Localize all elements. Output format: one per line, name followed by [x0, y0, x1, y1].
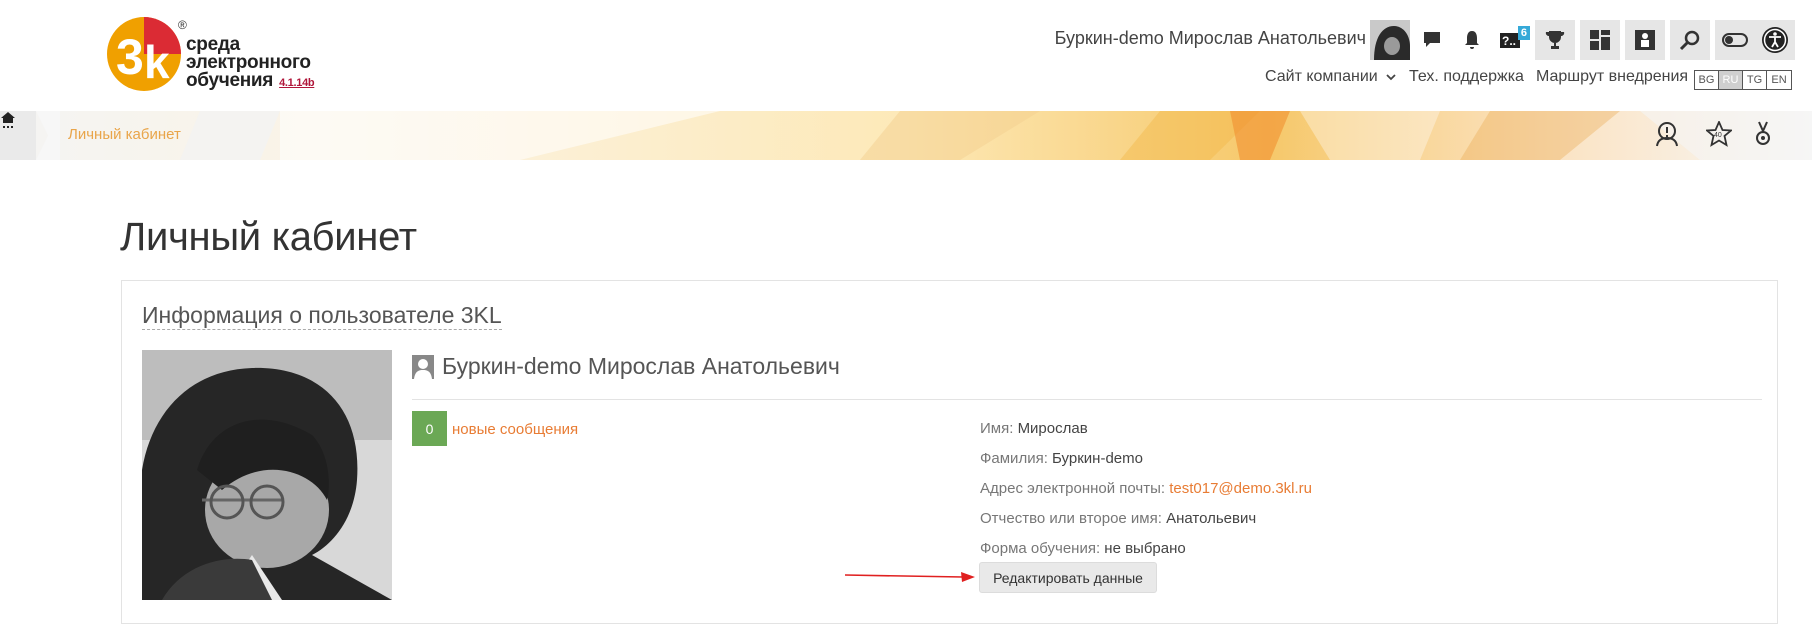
svg-text:3: 3: [116, 29, 144, 85]
field-study-form: Форма обучения: не выбрано: [980, 540, 1186, 557]
user-photo: [142, 350, 392, 600]
svg-text:k: k: [144, 36, 170, 88]
field-value: Буркин-demo: [1052, 450, 1143, 467]
top-header: 3 k ® среда электронного обучения 4.1.14b…: [0, 0, 1812, 111]
annotation-arrow: [845, 572, 975, 582]
breadcrumb-bar: Личный кабинет 40: [0, 111, 1812, 160]
logo-mark: 3 k: [107, 17, 181, 91]
messages-button[interactable]: [1412, 20, 1452, 60]
user-card-icon: [412, 355, 434, 379]
quiz-count-badge: 6: [1517, 26, 1530, 40]
field-label: Форма обучения:: [980, 540, 1101, 557]
header-user-name[interactable]: Буркин-demo Мирослав Анатольевич: [1055, 28, 1366, 49]
field-first-name: Имя: Мирослав: [980, 420, 1088, 437]
logo-version[interactable]: 4.1.14b: [279, 77, 315, 89]
star-badge-text: 40: [1714, 132, 1722, 139]
avatar-image: [1370, 20, 1410, 60]
new-messages-link[interactable]: новые сообщения: [452, 421, 578, 438]
lang-bg[interactable]: BG: [1695, 71, 1719, 89]
lang-tg[interactable]: TG: [1743, 71, 1767, 89]
logo-line-3-text: обучения: [186, 70, 274, 91]
field-label: Имя:: [980, 420, 1014, 437]
presentation-icon: [1635, 30, 1655, 50]
lang-en[interactable]: EN: [1767, 71, 1791, 89]
field-email: Адрес электронной почты: test017@demo.3k…: [980, 480, 1312, 497]
notifications-button[interactable]: [1452, 20, 1492, 60]
star-badge-icon: 40: [1706, 121, 1732, 147]
chat-icon: [1424, 32, 1440, 47]
field-label: Адрес электронной почты:: [980, 480, 1166, 497]
dashboard-icon: [1590, 30, 1610, 50]
header-avatar[interactable]: [1370, 20, 1410, 60]
nav-support[interactable]: Тех. поддержка: [1409, 68, 1524, 86]
lang-ru[interactable]: RU: [1719, 71, 1743, 89]
home-icon: [1, 112, 15, 128]
nav-company-site[interactable]: Сайт компании: [1265, 68, 1396, 86]
medal-icon: [1756, 121, 1770, 145]
dashboard-button[interactable]: [1580, 20, 1620, 60]
bell-icon: [1465, 31, 1479, 49]
awards-button[interactable]: [1753, 121, 1783, 151]
search-icon: [1679, 30, 1700, 51]
chevron-down-icon: [1386, 74, 1396, 81]
user-help-icon: [1656, 122, 1678, 147]
user-full-name: Буркин-demo Мирослав Анатольевич: [442, 353, 840, 379]
home-button[interactable]: [0, 111, 36, 160]
page-title: Личный кабинет: [120, 215, 417, 259]
field-label: Отчество или второе имя:: [980, 510, 1162, 527]
field-label: Фамилия:: [980, 450, 1048, 467]
logo-text: среда электронного обучения 4.1.14b: [186, 35, 315, 92]
field-middle-name: Отчество или второе имя: Анатольевич: [980, 510, 1256, 527]
language-switcher: BG RU TG EN: [1694, 70, 1792, 90]
accessibility-icon: [1762, 27, 1788, 53]
panel-title[interactable]: Информация о пользователе 3KL: [142, 302, 502, 330]
field-last-name: Фамилия: Буркин-demo: [980, 450, 1143, 467]
nav-company-label: Сайт компании: [1265, 68, 1378, 85]
logo-line-3: обучения 4.1.14b: [186, 70, 315, 92]
edit-profile-button[interactable]: Редактировать данные: [979, 562, 1157, 593]
achievements-button[interactable]: [1535, 20, 1575, 60]
trophy-icon: [1545, 31, 1565, 49]
user-help-button[interactable]: [1655, 121, 1685, 151]
field-value: не выбрано: [1104, 540, 1186, 557]
user-name-row: Буркин-demo Мирослав Анатольевич: [412, 351, 1762, 400]
nav-implementation-route[interactable]: Маршрут внедрения: [1536, 68, 1688, 86]
rating-button[interactable]: 40: [1706, 121, 1736, 151]
decorative-banner: [0, 111, 1812, 160]
theme-toggle-button[interactable]: [1715, 20, 1755, 60]
email-link[interactable]: test017@demo.3kl.ru: [1169, 480, 1312, 497]
accessibility-button[interactable]: [1755, 20, 1795, 60]
registered-mark: ®: [178, 18, 187, 32]
breadcrumb-current[interactable]: Личный кабинет: [68, 126, 181, 143]
field-value: Мирослав: [1017, 420, 1088, 437]
field-value: Анатольевич: [1166, 510, 1257, 527]
quiz-icon-label: ?..: [1502, 34, 1516, 48]
search-button[interactable]: [1670, 20, 1710, 60]
toggle-icon: [1722, 33, 1748, 47]
new-messages-count[interactable]: 0: [412, 411, 447, 446]
presentation-button[interactable]: [1625, 20, 1665, 60]
quiz-button[interactable]: ?.. 6: [1492, 20, 1532, 60]
site-logo[interactable]: 3 k ® среда электронного обучения 4.1.14b: [104, 14, 344, 104]
user-photo-image: [142, 350, 392, 600]
